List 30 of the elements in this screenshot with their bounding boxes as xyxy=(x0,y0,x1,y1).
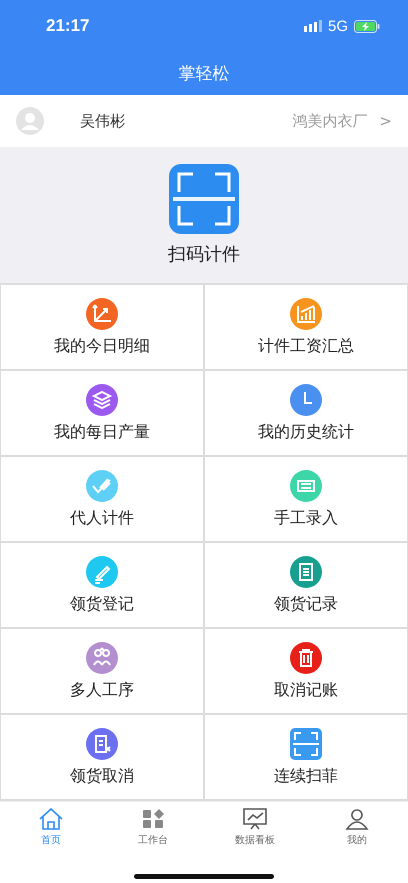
battery-icon xyxy=(354,20,380,32)
signal-icon xyxy=(304,20,322,32)
app-title: 掌轻松 xyxy=(178,63,230,86)
menu-tile[interactable]: 领货记录 xyxy=(205,543,407,627)
menu-tile[interactable]: 手工录入 xyxy=(205,457,407,541)
board-icon xyxy=(242,807,268,831)
company-name: 鸿美内衣厂 xyxy=(292,112,368,130)
menu-tile[interactable]: 我的每日产量 xyxy=(1,371,203,455)
menu-tile[interactable]: 领货登记 xyxy=(1,543,203,627)
network-label: 5G xyxy=(328,18,348,34)
menu-tile[interactable]: 领货取消 xyxy=(1,715,203,799)
menu-tile[interactable]: 我的历史统计 xyxy=(205,371,407,455)
tab-item[interactable]: 我的 xyxy=(306,802,408,852)
menu-tile[interactable]: 连续扫菲 xyxy=(205,715,407,799)
home-icon xyxy=(38,807,64,831)
scan-icon[interactable] xyxy=(169,164,239,234)
chevron-icon: > xyxy=(379,112,392,130)
scan-label[interactable]: 扫码计件 xyxy=(168,242,240,266)
status-time: 21:17 xyxy=(46,16,90,36)
menu-tile[interactable]: 取消记账 xyxy=(205,629,407,713)
menu-tile[interactable]: 代人计件 xyxy=(1,457,203,541)
avatar-icon xyxy=(16,107,44,135)
menu-tile[interactable]: 我的今日明细 xyxy=(1,285,203,369)
menu-tile[interactable]: 多人工序 xyxy=(1,629,203,713)
menu-tile[interactable]: 计件工资汇总 xyxy=(205,285,407,369)
tab-item[interactable]: 数据看板 xyxy=(204,802,306,852)
user-name: 吴伟彬 xyxy=(80,112,125,130)
person-icon xyxy=(344,807,370,831)
tab-item[interactable]: 工作台 xyxy=(102,802,204,852)
grid-icon xyxy=(140,807,166,831)
